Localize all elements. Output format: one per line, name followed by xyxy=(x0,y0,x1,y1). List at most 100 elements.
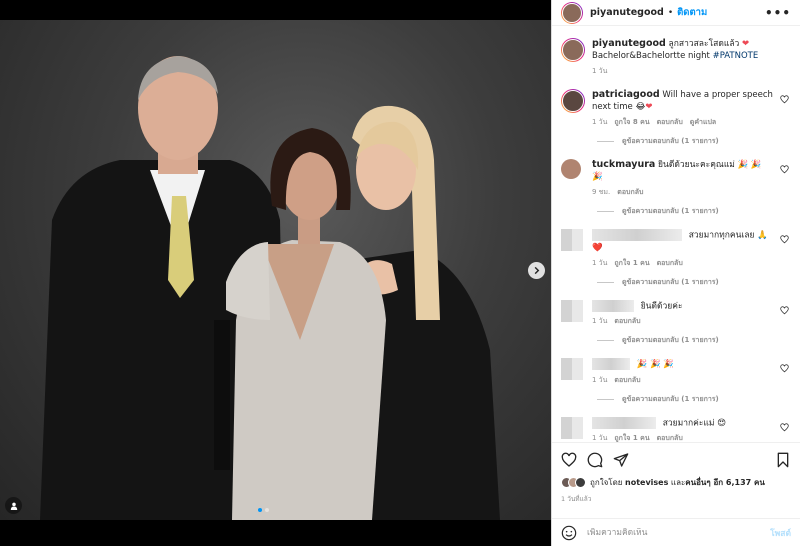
comment-item: ยินดีด้วยค่ะ 1 วัน ตอบกลับ xyxy=(561,299,791,328)
separator-dot: • xyxy=(667,7,674,18)
heart-emoji: ❤ xyxy=(645,102,653,112)
post-comment-button[interactable]: โพสต์ xyxy=(770,526,791,540)
avatar[interactable] xyxy=(561,416,583,439)
comment-likes[interactable]: ถูกใจ 8 คน xyxy=(614,116,649,128)
post-actions xyxy=(552,442,800,476)
comment-time[interactable]: 1 วัน xyxy=(592,257,607,269)
next-image-button[interactable] xyxy=(528,262,545,279)
caption-line2: Bachelor&Bachelortte night xyxy=(592,51,710,61)
family-photo-illustration xyxy=(40,56,500,520)
avatar[interactable] xyxy=(561,358,583,380)
comment-icon[interactable] xyxy=(587,452,603,468)
avatar[interactable] xyxy=(561,299,583,322)
comment-item: tuckmayura ยินดีด้วยนะคะคุณแม่ 🎉 🎉 🎉 9 ช… xyxy=(561,159,791,198)
story-ring[interactable] xyxy=(561,89,585,113)
add-comment-bar: โพสต์ xyxy=(552,518,800,546)
view-replies-button[interactable]: ดูข้อความตอบกลับ (1 รายการ) xyxy=(597,335,791,346)
comments-list: piyanutegood ลูกสาวสละโสดแล้ว ❤ Bachelor… xyxy=(552,32,800,442)
divider xyxy=(597,141,614,142)
view-replies-button[interactable]: ดูข้อความตอบกลับ (1 รายการ) xyxy=(597,136,791,147)
avatar xyxy=(562,2,582,23)
likes-middle: และ xyxy=(670,478,686,487)
like-comment-heart-icon[interactable] xyxy=(780,364,789,373)
like-comment-heart-icon[interactable] xyxy=(780,165,789,174)
view-replies-button[interactable]: ดูข้อความตอบกลับ (1 รายการ) xyxy=(597,206,791,217)
avatar[interactable] xyxy=(561,229,583,251)
divider xyxy=(597,398,614,400)
blurred-username[interactable] xyxy=(592,299,634,312)
likes-others[interactable]: คนอื่นๆ อีก 6,137 คน xyxy=(685,476,765,489)
likes-prefix: ถูกใจโดย xyxy=(590,478,623,487)
comment-time[interactable]: 1 วัน xyxy=(592,116,607,128)
comment-meta: 1 วัน ถูกใจ 1 คน ตอบกลับ xyxy=(592,432,773,442)
comment-meta: 9 ชม. ตอบกลับ xyxy=(592,186,773,198)
post-photo[interactable] xyxy=(0,20,551,520)
comment-item: 🎉 🎉 🎉 1 วัน ตอบกลับ xyxy=(561,358,791,386)
view-replies-button[interactable]: ดูข้อความตอบกลับ (1 รายการ) xyxy=(597,394,791,405)
comment-username[interactable]: tuckmayura xyxy=(592,159,655,170)
view-replies-label: ดูข้อความตอบกลับ (1 รายการ) xyxy=(622,336,719,344)
comment-meta: 1 วัน ถูกใจ 8 คน ตอบกลับ ดูคำแปล xyxy=(592,116,773,128)
comment-likes[interactable]: ถูกใจ 1 คน xyxy=(614,257,649,269)
comment-likes[interactable]: ถูกใจ 1 คน xyxy=(614,432,649,442)
like-comment-heart-icon[interactable] xyxy=(780,95,789,104)
comment-meta: 1 วัน xyxy=(592,65,787,77)
view-replies-label: ดูข้อความตอบกลับ (1 รายการ) xyxy=(622,277,719,286)
caption-hashtag[interactable]: #PATNOTE xyxy=(713,51,759,61)
heart-icon[interactable] xyxy=(561,452,577,468)
comment-time[interactable]: 1 วัน xyxy=(592,315,607,327)
post-author-username[interactable]: piyanutegood xyxy=(590,7,664,18)
avatar xyxy=(575,477,586,488)
comment-time[interactable]: 9 ชม. xyxy=(592,186,610,198)
blurred-username[interactable] xyxy=(592,416,656,429)
comment-text: 🎉 🎉 🎉 xyxy=(636,359,674,370)
likes-user[interactable]: notevises xyxy=(625,478,668,487)
liker-avatars xyxy=(561,477,586,488)
story-ring[interactable] xyxy=(561,1,583,24)
follow-button[interactable]: ติดตาม xyxy=(677,5,707,20)
like-comment-heart-icon[interactable] xyxy=(780,235,789,244)
likes-summary: ถูกใจโดย notevises และ คนอื่นๆ อีก 6,137… xyxy=(561,476,791,489)
caption-time[interactable]: 1 วัน xyxy=(592,65,607,77)
reply-button[interactable]: ตอบกลับ xyxy=(657,116,683,128)
comment-time[interactable]: 1 วัน xyxy=(592,374,607,386)
post-timestamp[interactable]: 1 วันที่แล้ว xyxy=(561,494,591,504)
like-comment-heart-icon[interactable] xyxy=(780,422,789,432)
view-replies-label: ดูข้อความตอบกลับ (1 รายการ) xyxy=(622,137,719,145)
translate-button[interactable]: ดูคำแปล xyxy=(690,116,716,128)
share-icon[interactable] xyxy=(613,452,629,468)
reply-button[interactable]: ตอบกลับ xyxy=(657,432,683,442)
avatar[interactable] xyxy=(561,159,581,179)
divider xyxy=(597,211,614,212)
post-header: piyanutegood • ติดตาม ••• xyxy=(552,0,800,26)
view-replies-button[interactable]: ดูข้อความตอบกลับ (1 รายการ) xyxy=(597,277,791,288)
blurred-username[interactable] xyxy=(592,229,682,241)
blurred-username[interactable] xyxy=(592,358,630,370)
reply-button[interactable]: ตอบกลับ xyxy=(614,315,640,327)
comment-text: ยินดีด้วยค่ะ xyxy=(640,301,683,311)
more-options-button[interactable]: ••• xyxy=(765,6,791,20)
comment-meta: 1 วัน ตอบกลับ xyxy=(592,374,773,386)
view-replies-label: ดูข้อความตอบกลับ (1 รายการ) xyxy=(622,207,719,215)
story-ring[interactable] xyxy=(561,38,585,62)
divider xyxy=(597,340,614,341)
emoji-icon[interactable] xyxy=(561,525,577,541)
carousel-indicator xyxy=(258,508,269,512)
caption-username[interactable]: piyanutegood xyxy=(592,38,666,49)
reply-button[interactable]: ตอบกลับ xyxy=(617,186,643,198)
post-side-panel: piyanutegood • ติดตาม ••• piyanutegood ล… xyxy=(551,0,800,546)
bookmark-icon[interactable] xyxy=(775,452,791,468)
tagged-users-button[interactable] xyxy=(5,497,22,514)
caption: piyanutegood ลูกสาวสละโสดแล้ว ❤ Bachelor… xyxy=(561,38,791,77)
reply-button[interactable]: ตอบกลับ xyxy=(614,374,640,386)
comment-item: patriciagood Will have a proper speech n… xyxy=(561,89,791,128)
comment-meta: 1 วัน ตอบกลับ xyxy=(592,315,773,327)
reply-button[interactable]: ตอบกลับ xyxy=(657,257,683,269)
comment-time[interactable]: 1 วัน xyxy=(592,432,607,442)
like-comment-heart-icon[interactable] xyxy=(780,305,789,315)
comment-meta: 1 วัน ถูกใจ 1 คน ตอบกลับ xyxy=(592,257,773,269)
add-comment-input[interactable] xyxy=(587,527,771,538)
avatar xyxy=(562,90,584,112)
comment-username[interactable]: patriciagood xyxy=(592,89,660,100)
avatar xyxy=(562,39,584,61)
